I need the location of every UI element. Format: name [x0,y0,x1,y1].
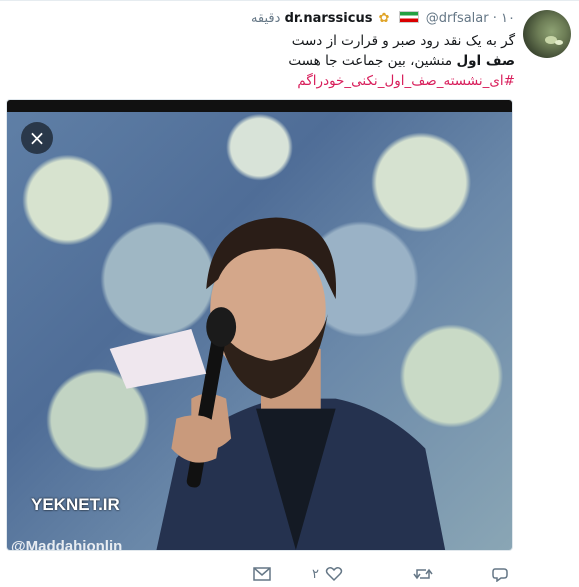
tweet-line-2: صف اول منشین، بین جماعت جا هست [288,51,515,71]
heart-icon [325,567,343,582]
display-name[interactable]: dr.narssicus [285,11,373,26]
divider [0,0,579,1]
watermark-handle: @Maddahionlin [11,538,123,551]
reply-button[interactable] [491,565,509,583]
mail-icon [253,567,271,581]
bold-phrase: صف اول [456,53,515,69]
line-2-rest: منشین، بین جماعت جا هست [288,53,457,69]
user-handle[interactable]: @drfsalar [426,11,489,26]
retweet-icon [413,568,433,580]
separator: · [492,11,497,26]
tweet-image[interactable]: × YEKNET.IR @Maddahionlin [6,99,513,551]
tweet-header: dr.narssicus ✿ @drfsalar · ۱۰ دقیقه [251,11,515,27]
tweet-text: گر به یک نقد رود صبر و قرارت از دست صف ا… [288,31,515,91]
watermark-yeknet: YEKNET.IR [31,495,120,514]
close-icon[interactable]: × [21,122,53,154]
avatar[interactable] [523,10,571,58]
iran-flag-icon [398,11,419,23]
reply-icon [492,568,508,582]
retweet-button[interactable] [413,565,433,583]
tweet-line-1: گر به یک نقد رود صبر و قرارت از دست [291,33,515,49]
direct-message-button[interactable] [253,565,271,583]
like-button[interactable]: ۲ [312,565,343,583]
flower-emoji-icon: ✿ [378,11,390,26]
like-count: ۲ [312,566,319,582]
speaker-photo [109,217,446,550]
tweet-actions: ۲ [0,565,579,583]
hashtag-link[interactable]: #ای_نشسته_صف_اول_نکنی_خودراگم [288,71,515,91]
